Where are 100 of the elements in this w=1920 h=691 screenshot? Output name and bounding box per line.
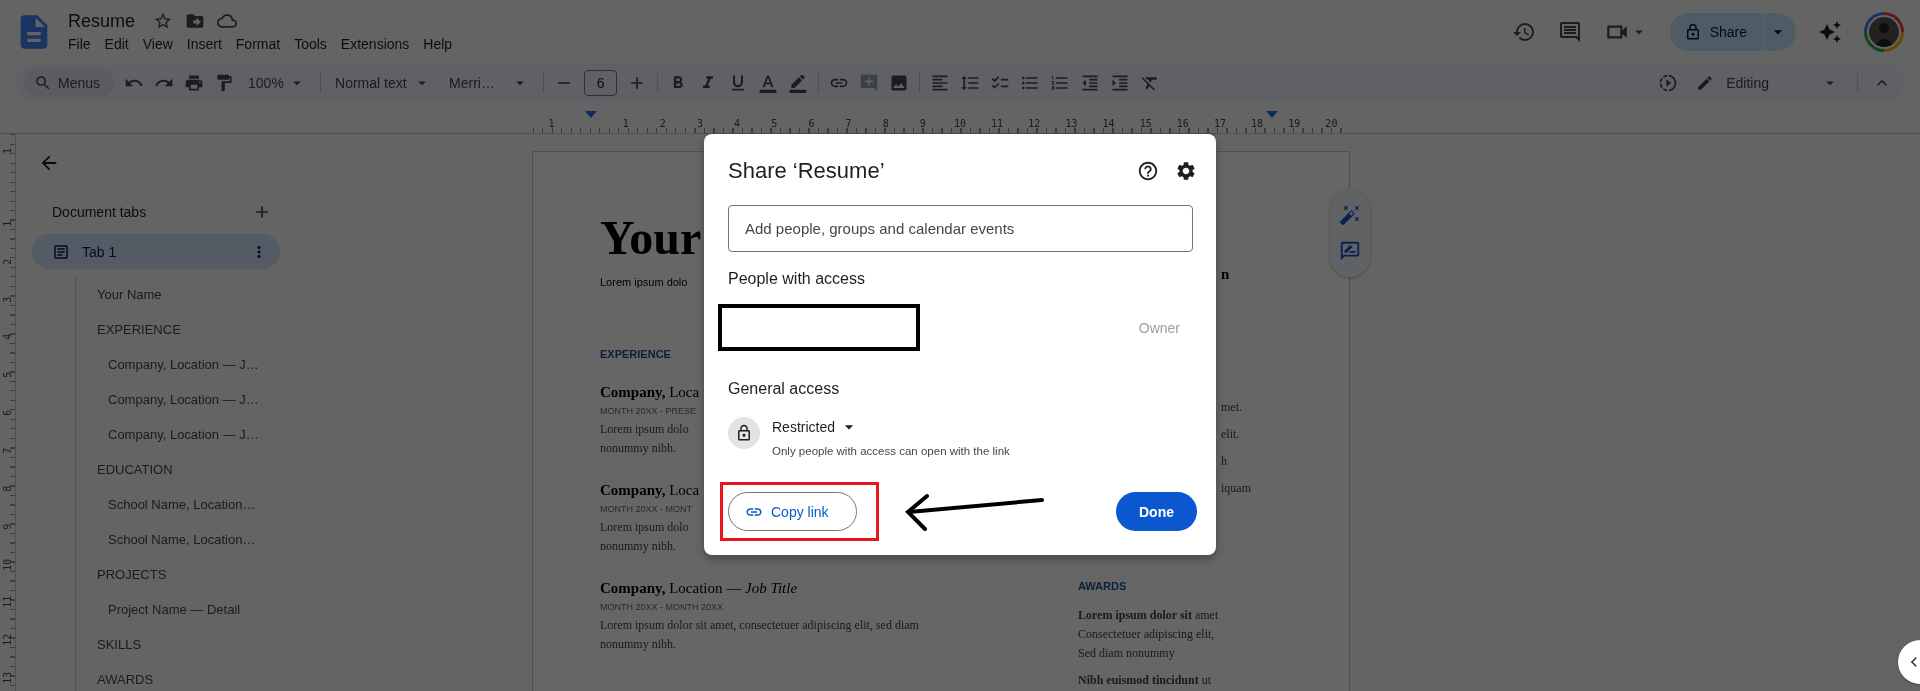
outline-item[interactable]: Project Name — Detail [97, 592, 532, 627]
entry-dates: MONTH 20XX - PRESE [600, 405, 697, 418]
ruler-number: 14 [1101, 118, 1116, 129]
section-heading: AWARDS [1078, 579, 1127, 594]
ruler-number: 6 [807, 118, 816, 129]
menu-item[interactable]: Help [417, 33, 459, 54]
ruler-number: 13 [2, 671, 13, 687]
comment-icon[interactable] [1557, 20, 1582, 44]
help-icon[interactable] [1137, 160, 1159, 183]
share-button[interactable]: Share [1669, 13, 1763, 51]
review-icon[interactable] [1339, 240, 1361, 262]
copy-link-button[interactable]: Copy link [728, 492, 857, 531]
entry-heading: Company, Loca [600, 481, 700, 500]
section-heading: General access [728, 379, 841, 399]
ruler-number: 11 [2, 595, 13, 611]
indent-increase-icon[interactable] [1110, 73, 1131, 93]
outline-item[interactable]: SKILLS [97, 627, 532, 662]
folder-icon[interactable] [185, 11, 206, 31]
ruler-number: 1 [2, 146, 13, 156]
outline-item[interactable]: EDUCATION [97, 452, 532, 487]
zoom-dropdown[interactable]: 100% [244, 74, 311, 92]
document-title[interactable]: Resume [68, 10, 136, 32]
ruler-number: 3 [695, 118, 704, 129]
menu-item[interactable]: View [136, 33, 179, 54]
body-text: h [1221, 453, 1227, 470]
ruler-number: 10 [2, 557, 13, 573]
ruler-number: 7 [844, 118, 853, 129]
paint-format-icon[interactable] [214, 73, 235, 93]
access-description: Only people with access can open with the link [772, 444, 1010, 459]
settings-icon[interactable] [1175, 160, 1197, 183]
indent-marker-icon[interactable] [1266, 111, 1278, 118]
body-text: nonummy nibh. [600, 636, 676, 653]
ruler-number: 2 [658, 118, 667, 129]
indent-marker-icon[interactable] [585, 111, 597, 118]
numbered-list-icon[interactable] [1050, 73, 1071, 93]
align-left-icon[interactable] [930, 73, 951, 93]
ruler-number: 20 [1324, 118, 1339, 129]
ruler-number: 9 [2, 522, 13, 532]
role-label: Owner [1138, 319, 1180, 336]
body-text: Consectetuer adipiscing elit, [1078, 626, 1215, 643]
menu-item[interactable]: Tools [288, 33, 333, 54]
cloud-icon[interactable] [217, 11, 238, 31]
ruler-number: 11 [990, 118, 1005, 129]
heading-text: n [1221, 265, 1230, 284]
outline-item[interactable]: EXPERIENCE [97, 312, 532, 347]
access-dropdown[interactable]: Restricted [772, 417, 1010, 437]
image-icon[interactable] [889, 73, 910, 93]
ruler-number: 1 [2, 219, 13, 229]
outline-item[interactable]: School Name, Location… [97, 487, 532, 522]
add-people-field[interactable]: Add people, groups and calendar events [728, 204, 1193, 252]
ruler-number: 5 [770, 118, 779, 129]
highlighter-icon[interactable] [788, 73, 809, 93]
sparkle-icon[interactable] [1818, 20, 1842, 44]
menu-item[interactable]: Extensions [334, 33, 416, 54]
history-icon[interactable] [1511, 20, 1536, 44]
document-icon[interactable] [52, 242, 70, 261]
font-size-field[interactable]: 6 [584, 70, 618, 96]
body-text: elit. [1221, 426, 1240, 443]
body-text: met. [1221, 399, 1242, 416]
ruler-number: 12 [2, 633, 13, 649]
line-spacing-icon[interactable] [960, 73, 981, 93]
outline-item[interactable]: Your Name [97, 277, 532, 312]
menu-search[interactable]: Menus [24, 68, 115, 98]
body-text: Lorem ipsum dolor sit amet [1078, 607, 1219, 624]
ruler-number: 8 [881, 118, 890, 129]
ruler-number: 7 [2, 446, 13, 456]
avatar[interactable] [1864, 12, 1904, 52]
outline-item[interactable]: Company, Location — J… [97, 417, 532, 452]
mode-dropdown[interactable]: Editing [1692, 74, 1843, 92]
add-comment-icon[interactable] [859, 73, 880, 93]
outline-item[interactable]: PROJECTS [97, 557, 532, 592]
ruler-number: 4 [2, 333, 13, 343]
present-icon[interactable] [1658, 73, 1679, 93]
body-text: Nibh euismod tincidunt ut [1078, 672, 1212, 689]
done-button[interactable]: Done [1116, 492, 1197, 531]
indent-decrease-icon[interactable] [1080, 73, 1101, 93]
menu-item[interactable]: Insert [180, 33, 228, 54]
menu-item[interactable]: File [62, 33, 97, 54]
body-text: Lorem ipsum dolor sit amet, consectetuer adipiscing elit, sed diam [600, 617, 919, 634]
outline-item[interactable]: AWARDS [97, 662, 532, 691]
font-dropdown[interactable]: Merri… [445, 74, 534, 92]
document-tab[interactable]: Tab 1 [32, 234, 280, 269]
ruler-number: 1 [621, 118, 630, 129]
menu-item[interactable]: Edit [98, 33, 135, 54]
ruler-number: 1 [547, 118, 556, 129]
ruler-number: 17 [1212, 118, 1227, 129]
outline-item[interactable]: Company, Location — J… [97, 382, 532, 417]
print-icon[interactable] [184, 73, 205, 93]
search-icon[interactable] [34, 74, 52, 92]
pencil-icon[interactable] [1696, 74, 1715, 92]
text-color-icon[interactable] [758, 73, 779, 93]
outline-item[interactable]: School Name, Location… [97, 522, 532, 557]
magic-pen-icon[interactable] [1339, 204, 1361, 226]
style-dropdown[interactable]: Normal text [331, 74, 436, 92]
outline-item[interactable]: Company, Location — J… [97, 347, 532, 382]
menu-item[interactable]: Format [229, 33, 287, 54]
document-title: Your [600, 210, 702, 266]
sidebar-heading: Document tabs [52, 204, 147, 220]
body-text: Sed diam nonummy [1078, 645, 1175, 662]
ruler-number: 16 [1175, 118, 1190, 129]
